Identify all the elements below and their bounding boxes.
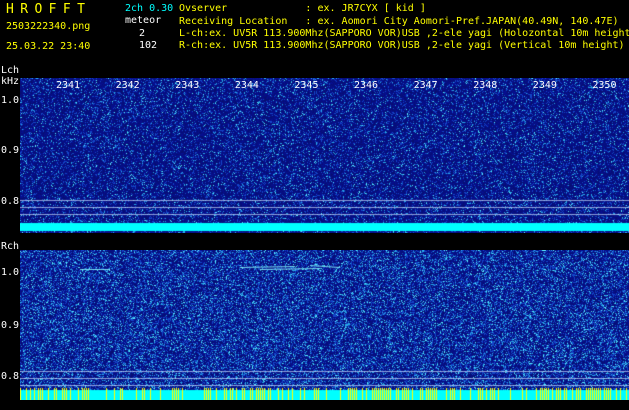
freq-tick: 0.9 <box>1 320 20 331</box>
freq-tick: 0.8 <box>1 196 20 207</box>
image-filename: 2503222340.png <box>6 21 91 32</box>
lch-spectrogram <box>20 78 629 233</box>
rch-spectrogram <box>20 250 629 400</box>
lch-spectrogram-canvas <box>20 78 629 233</box>
hrofft-window: HROFFT 2503222340.png 25.03.22 23:40 2ch… <box>0 0 629 410</box>
freq-tick: 1.0 <box>1 95 20 106</box>
time-tick: 2342 <box>115 80 140 91</box>
time-tick: 2344 <box>234 80 259 91</box>
khz-unit-label: kHz <box>1 76 20 87</box>
time-tick: 2350 <box>592 80 617 91</box>
meteor-label: meteor <box>125 15 162 26</box>
rch-label: Rch <box>1 241 20 252</box>
time-tick: 2343 <box>175 80 200 91</box>
freq-tick: 1.0 <box>1 267 20 278</box>
time-tick: 2349 <box>532 80 557 91</box>
time-tick: 2348 <box>473 80 498 91</box>
time-tick: 2347 <box>413 80 438 91</box>
meteor-count-lch: 2 <box>139 28 146 39</box>
rch-receiver-line: R-ch:ex. UV5R 113.900Mhz(SAPPORO VOR)USB… <box>179 40 625 51</box>
freq-tick: 0.9 <box>1 145 20 156</box>
app-title: HROFFT <box>6 2 92 17</box>
lch-label: Lch <box>1 65 20 76</box>
rch-spectrogram-canvas <box>20 250 629 400</box>
observer-line: Ovserver : ex. JR7CYX [ kid ] <box>179 3 426 14</box>
meteor-count-rch: 102 <box>139 40 158 51</box>
time-tick: 2345 <box>294 80 319 91</box>
channel-mode: 2ch 0.30 <box>125 3 174 14</box>
lch-receiver-line: L-ch:ex. UV5R 113.900Mhz(SAPPORO VOR)USB… <box>179 28 629 39</box>
time-tick: 2341 <box>56 80 81 91</box>
capture-datetime: 25.03.22 23:40 <box>6 41 91 52</box>
location-line: Receiving Location : ex. Aomori City Aom… <box>179 16 619 27</box>
freq-tick: 0.8 <box>1 371 20 382</box>
time-tick: 2346 <box>354 80 379 91</box>
